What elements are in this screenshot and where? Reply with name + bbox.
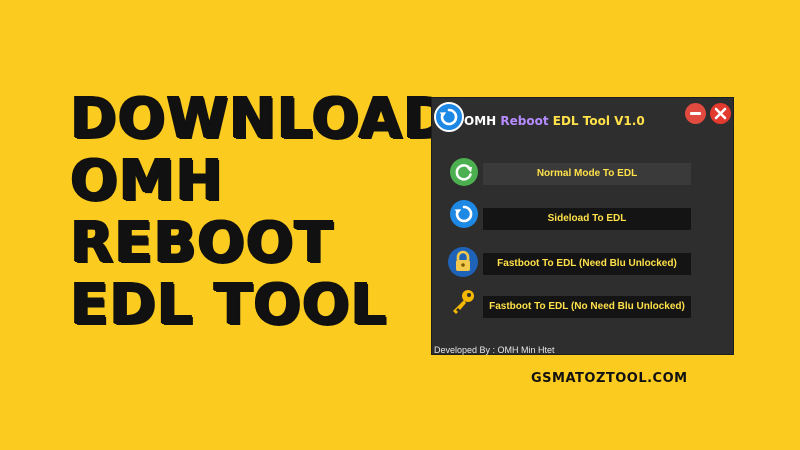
lock-icon [447, 246, 478, 277]
headline-line-4: EDL TOOL [70, 272, 388, 337]
title-edl: EDL Tool [552, 114, 610, 128]
title-reboot: Reboot [500, 114, 549, 128]
minimize-button[interactable] [685, 103, 706, 124]
headline: DOWNLOAD OMH REBOOT EDL TOOL [70, 86, 451, 337]
fastboot-to-edl-no-unlock-button[interactable]: Fastboot To EDL (No Need Blu Unlocked) [483, 296, 691, 318]
sideload-to-edl-button[interactable]: Sideload To EDL [483, 208, 691, 230]
headline-line-3: REBOOT [70, 210, 334, 275]
normal-mode-to-edl-button[interactable]: Normal Mode To EDL [483, 163, 691, 185]
headline-line-2: OMH [70, 148, 224, 213]
developer-credit: Developed By : OMH Min Htet [434, 345, 555, 355]
minimize-icon [690, 112, 701, 115]
fastboot-to-edl-need-unlock-button[interactable]: Fastboot To EDL (Need Blu Unlocked) [483, 253, 691, 275]
title-bar: OMH Reboot EDL Tool V1.0 [432, 98, 733, 138]
app-window: OMH Reboot EDL Tool V1.0 Normal Mode To … [431, 97, 734, 355]
refresh-icon [449, 157, 479, 187]
close-button[interactable] [710, 103, 731, 124]
app-reload-icon [434, 102, 464, 132]
title-omh: OMH [464, 114, 497, 128]
headline-line-1: DOWNLOAD [70, 86, 451, 151]
website-label: GSMATOZTOOL.COM [531, 371, 688, 386]
app-title: OMH Reboot EDL Tool V1.0 [464, 114, 645, 128]
close-icon [714, 107, 727, 120]
key-icon [447, 286, 477, 316]
title-version: V1.0 [614, 114, 645, 128]
reload-icon [449, 199, 479, 229]
